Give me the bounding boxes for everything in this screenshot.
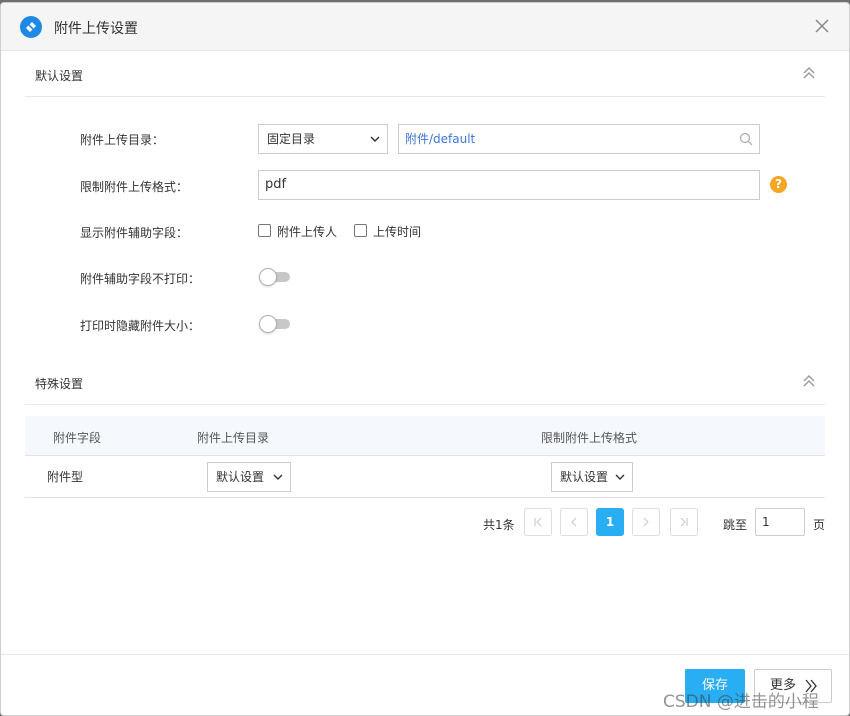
page-unit: 页 xyxy=(813,518,826,532)
upload-time-checkbox-label[interactable]: 上传时间 xyxy=(373,223,421,240)
more-button[interactable]: 更多 xyxy=(754,669,832,703)
double-chevron-right-icon xyxy=(805,679,817,693)
uploader-checkbox[interactable] xyxy=(258,224,271,237)
upload-time-checkbox[interactable] xyxy=(354,224,367,237)
prev-page-icon[interactable] xyxy=(560,508,588,536)
default-settings-header: 默认设置 xyxy=(25,53,825,97)
table-header: 附件字段 附件上传目录 限制附件上传格式 xyxy=(25,416,825,456)
close-icon[interactable] xyxy=(811,15,833,37)
search-icon[interactable] xyxy=(739,132,753,146)
no-print-toggle[interactable] xyxy=(259,268,290,286)
row-format-select[interactable]: 默认设置 xyxy=(551,462,633,492)
jump-label: 跳至 xyxy=(723,518,748,532)
save-button[interactable]: 保存 xyxy=(685,669,745,703)
format-value: pdf xyxy=(265,177,287,192)
column-header-field: 附件字段 xyxy=(53,431,102,445)
table-row: 附件型 默认设置 默认设置 xyxy=(25,457,825,498)
dialog-titlebar: 附件上传设置 xyxy=(1,3,849,51)
page-number-button[interactable]: 1 xyxy=(596,508,624,536)
select-value: 固定目录 xyxy=(267,132,316,146)
upload-dir-path-input[interactable]: 附件/default xyxy=(398,124,760,154)
collapse-up-icon[interactable] xyxy=(801,65,817,81)
upload-settings-dialog: 附件上传设置 默认设置 附件上传目录： 固定目录 附件/default 限制附件… xyxy=(0,2,850,716)
select-value: 默认设置 xyxy=(560,470,609,484)
last-page-icon[interactable] xyxy=(670,508,698,536)
more-button-label: 更多 xyxy=(770,678,797,693)
format-input[interactable]: pdf xyxy=(258,170,760,200)
collapse-up-icon[interactable] xyxy=(801,373,817,389)
special-settings-header: 特殊设置 xyxy=(25,361,825,405)
app-logo-icon xyxy=(20,16,42,38)
select-value: 默认设置 xyxy=(216,470,265,484)
column-header-format: 限制附件上传格式 xyxy=(541,431,638,445)
pagination-total: 共1条 xyxy=(483,518,515,532)
column-header-dir: 附件上传目录 xyxy=(197,431,270,445)
help-icon[interactable]: ? xyxy=(770,176,787,193)
jump-page-input[interactable]: 1 xyxy=(755,508,805,536)
dialog-title: 附件上传设置 xyxy=(54,21,138,37)
no-print-label: 附件辅助字段不打印： xyxy=(80,272,201,286)
chevron-down-icon xyxy=(615,474,625,480)
path-value: 附件/default xyxy=(405,132,476,146)
section-title: 特殊设置 xyxy=(35,377,84,391)
uploader-checkbox-label[interactable]: 附件上传人 xyxy=(277,223,337,240)
aux-fields-label: 显示附件辅助字段： xyxy=(80,226,189,240)
upload-dir-label: 附件上传目录： xyxy=(80,133,165,147)
next-page-icon[interactable] xyxy=(632,508,660,536)
row-field-name: 附件型 xyxy=(47,470,84,484)
upload-dir-mode-select[interactable]: 固定目录 xyxy=(258,124,388,154)
first-page-icon[interactable] xyxy=(524,508,552,536)
hide-size-toggle[interactable] xyxy=(259,315,290,333)
format-label: 限制附件上传格式： xyxy=(80,180,189,194)
hide-size-label: 打印时隐藏附件大小： xyxy=(80,319,201,333)
row-dir-select[interactable]: 默认设置 xyxy=(207,462,291,492)
jump-value: 1 xyxy=(762,515,770,529)
section-title: 默认设置 xyxy=(35,69,84,83)
chevron-down-icon xyxy=(370,136,380,142)
chevron-down-icon xyxy=(273,474,283,480)
